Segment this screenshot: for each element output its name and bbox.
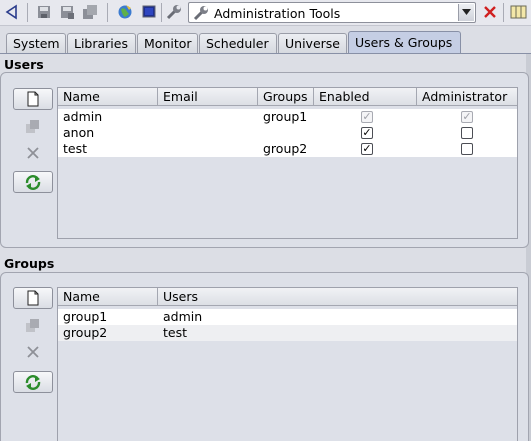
column-header-name[interactable]: Name (58, 288, 158, 306)
delete-user-button[interactable] (13, 142, 53, 164)
monitor-icon[interactable] (139, 2, 159, 22)
tab-system[interactable]: System (6, 33, 66, 54)
user-enabled-checkbox[interactable]: ✓ (361, 127, 373, 139)
toolbar-separator (503, 3, 504, 22)
tab-monitor[interactable]: Monitor (137, 33, 198, 54)
panel-icon[interactable] (509, 2, 529, 22)
tab-bar: System Libraries Monitor Scheduler Unive… (0, 31, 531, 54)
save-as-icon[interactable] (57, 2, 77, 22)
users-table: Name Email Groups Enabled Administrator … (57, 87, 518, 239)
add-user-button[interactable] (13, 88, 53, 110)
user-admin-checkbox: ✓ (461, 110, 473, 123)
user-email (158, 109, 163, 125)
tab-underline (0, 53, 531, 54)
groups-table: Name Users group1 admin group2 test (57, 287, 518, 441)
user-enabled-checkbox[interactable]: ✓ (361, 143, 373, 155)
user-name: test (63, 141, 88, 156)
tab-scheduler[interactable]: Scheduler (199, 33, 277, 54)
table-row[interactable]: group2 test (58, 325, 517, 341)
groups-section-title: Groups (4, 256, 55, 271)
group-name: group1 (63, 309, 108, 324)
table-row[interactable]: admin group1 ✓ ✓ (58, 109, 517, 125)
column-header-name[interactable]: Name (58, 88, 158, 106)
users-section-title: Users (4, 57, 44, 72)
users-panel: Name Email Groups Enabled Administrator … (0, 72, 529, 248)
groups-panel: Name Users group1 admin group2 test (0, 272, 529, 441)
chevron-down-icon[interactable] (458, 4, 474, 21)
group-users: admin (163, 309, 203, 324)
wrench-icon[interactable] (164, 2, 184, 22)
users-table-header: Name Email Groups Enabled Administrator (58, 88, 517, 106)
save-all-icon[interactable] (80, 2, 100, 22)
user-admin-checkbox[interactable] (461, 143, 473, 155)
delete-group-button[interactable] (13, 341, 53, 363)
add-group-button[interactable] (13, 287, 53, 309)
column-header-email[interactable]: Email (158, 88, 258, 106)
back-arrow-icon[interactable] (2, 2, 22, 22)
combo-selected-value: Administration Tools (214, 6, 341, 21)
user-email (158, 141, 163, 157)
edit-user-button[interactable] (13, 115, 53, 137)
column-header-groups[interactable]: Groups (258, 88, 314, 106)
wrench-icon (193, 5, 209, 21)
toolbar-separator (107, 3, 108, 22)
user-email (158, 125, 163, 141)
save-icon[interactable] (34, 2, 54, 22)
user-groups: group1 (263, 109, 308, 124)
user-name: anon (63, 125, 95, 140)
refresh-groups-button[interactable] (13, 371, 53, 393)
user-groups (258, 125, 263, 141)
tab-libraries[interactable]: Libraries (67, 33, 136, 54)
group-name: group2 (63, 325, 108, 340)
tab-universe[interactable]: Universe (278, 33, 347, 54)
edit-group-button[interactable] (13, 314, 53, 336)
toolbar: Administration Tools (0, 0, 531, 26)
toolbar-separator (161, 3, 162, 22)
table-row[interactable]: group1 admin (58, 309, 517, 325)
user-name: admin (63, 109, 103, 124)
groups-table-header: Name Users (58, 288, 517, 306)
user-groups: group2 (263, 141, 308, 156)
group-users: test (163, 325, 188, 340)
tool-selector-combobox[interactable]: Administration Tools (188, 2, 476, 23)
column-header-users[interactable]: Users (158, 288, 519, 306)
toolbar-separator (27, 3, 28, 22)
table-row[interactable]: anon ✓ (58, 125, 517, 141)
refresh-users-button[interactable] (13, 171, 53, 193)
table-row[interactable]: test group2 ✓ (58, 141, 517, 157)
column-header-enabled[interactable]: Enabled (314, 88, 417, 106)
close-icon[interactable] (480, 2, 500, 22)
column-header-administrator[interactable]: Administrator (417, 88, 519, 106)
globe-icon[interactable] (115, 2, 135, 22)
user-enabled-checkbox: ✓ (361, 110, 373, 123)
tab-users-groups[interactable]: Users & Groups (348, 31, 461, 54)
user-admin-checkbox[interactable] (461, 127, 473, 139)
